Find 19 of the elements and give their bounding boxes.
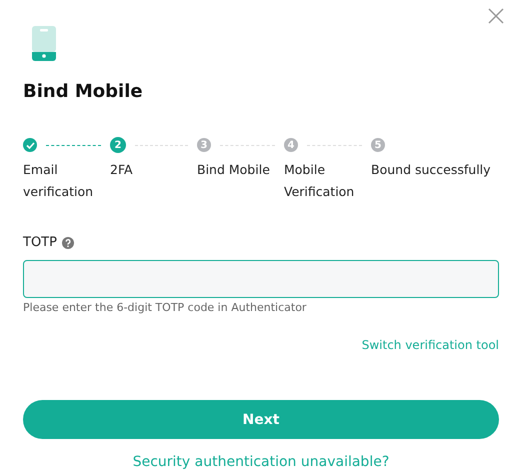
step-label: Mobile Verification <box>284 161 356 201</box>
field-label: TOTP <box>23 235 57 250</box>
dialog-title: Bind Mobile <box>23 81 144 104</box>
switch-tool-link[interactable]: Switch verification tool <box>362 338 499 352</box>
help-icon[interactable] <box>62 236 74 248</box>
step-label: Email verification <box>23 161 94 201</box>
step-label: 2FA <box>110 161 134 179</box>
field-hint: Please enter the 6-digit TOTP code in Authenticator <box>23 301 308 314</box>
next-button[interactable]: Next <box>23 400 499 439</box>
step-indicator: 2 <box>110 137 126 153</box>
step-label: Bound successfully <box>371 161 492 179</box>
step-indicator: 5 <box>371 138 385 152</box>
step-label: Bind Mobile <box>197 161 271 179</box>
step-indicator: 3 <box>197 138 211 152</box>
step-indicator: 4 <box>284 138 298 152</box>
security-link[interactable]: Security authentication unavailable? <box>132 454 390 470</box>
phone-icon <box>31 26 57 61</box>
close-icon[interactable] <box>488 8 504 24</box>
totp-field[interactable] <box>23 260 499 298</box>
